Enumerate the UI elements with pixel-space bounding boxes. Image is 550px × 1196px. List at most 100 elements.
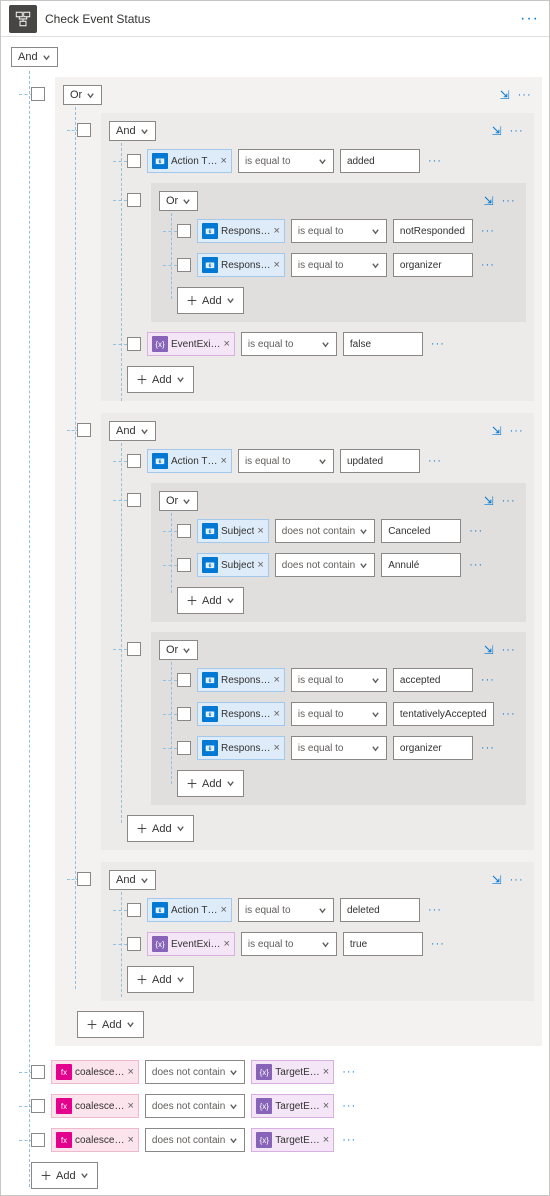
token-remove-icon[interactable]: ×: [323, 1134, 329, 1146]
group-selector[interactable]: And: [109, 121, 156, 141]
value-field[interactable]: false: [343, 332, 423, 356]
dynamic-token[interactable]: 📧Respons…×: [197, 668, 285, 692]
dynamic-token[interactable]: 📧Respons…×: [197, 219, 285, 243]
dynamic-token[interactable]: 📧Respons…×: [197, 702, 285, 726]
token-remove-icon[interactable]: ×: [221, 155, 227, 167]
operator-dropdown[interactable]: does not contain: [275, 553, 375, 577]
row-checkbox[interactable]: [177, 524, 191, 538]
row-checkbox[interactable]: [31, 1065, 45, 1079]
token-remove-icon[interactable]: ×: [257, 525, 263, 537]
dynamic-token[interactable]: fxcoalesce…×: [51, 1094, 139, 1118]
group-menu-button[interactable]: ···: [500, 644, 518, 656]
group-selector[interactable]: Or: [63, 85, 102, 105]
token-remove-icon[interactable]: ×: [273, 708, 279, 720]
dynamic-token[interactable]: 📧Respons…×: [197, 253, 285, 277]
token-remove-icon[interactable]: ×: [127, 1066, 133, 1078]
row-checkbox[interactable]: [127, 937, 141, 951]
token-remove-icon[interactable]: ×: [257, 559, 263, 571]
row-checkbox[interactable]: [127, 337, 141, 351]
add-button[interactable]: ＋Add: [177, 770, 244, 797]
add-button[interactable]: ＋Add: [77, 1011, 144, 1038]
row-menu-button[interactable]: ···: [467, 559, 485, 571]
collapse-icon[interactable]: ⇲: [500, 88, 510, 102]
token-remove-icon[interactable]: ×: [273, 225, 279, 237]
value-field[interactable]: true: [343, 932, 423, 956]
operator-dropdown[interactable]: is equal to: [291, 219, 387, 243]
value-field[interactable]: accepted: [393, 668, 473, 692]
group-selector[interactable]: Or: [159, 191, 198, 211]
operator-dropdown[interactable]: is equal to: [291, 253, 387, 277]
group-selector[interactable]: Or: [159, 640, 198, 660]
token-remove-icon[interactable]: ×: [273, 259, 279, 271]
row-menu-button[interactable]: ···: [479, 259, 497, 271]
row-menu-button[interactable]: ···: [479, 742, 497, 754]
dynamic-token[interactable]: fxcoalesce…×: [51, 1128, 139, 1152]
group-selector[interactable]: Or: [159, 491, 198, 511]
row-menu-button[interactable]: ···: [340, 1100, 358, 1112]
group-menu-button[interactable]: ···: [516, 89, 534, 101]
dynamic-token[interactable]: fxcoalesce…×: [51, 1060, 139, 1084]
collapse-icon[interactable]: ⇲: [484, 194, 494, 208]
value-field[interactable]: Canceled: [381, 519, 461, 543]
token-remove-icon[interactable]: ×: [323, 1066, 329, 1078]
collapse-icon[interactable]: ⇲: [484, 643, 494, 657]
row-menu-button[interactable]: ···: [426, 155, 444, 167]
collapse-icon[interactable]: ⇲: [492, 124, 502, 138]
add-button[interactable]: ＋Add: [127, 966, 194, 993]
add-button[interactable]: ＋Add: [127, 815, 194, 842]
token-remove-icon[interactable]: ×: [273, 674, 279, 686]
dynamic-token[interactable]: {x}TargetE…×: [251, 1060, 334, 1084]
dynamic-token[interactable]: {x}TargetE…×: [251, 1094, 334, 1118]
operator-dropdown[interactable]: is equal to: [291, 702, 387, 726]
group-selector[interactable]: And: [109, 870, 156, 890]
dynamic-token[interactable]: {x}EventExi…×: [147, 332, 235, 356]
group-selector[interactable]: And: [109, 421, 156, 441]
row-checkbox[interactable]: [177, 558, 191, 572]
add-button[interactable]: ＋Add: [127, 366, 194, 393]
token-remove-icon[interactable]: ×: [127, 1100, 133, 1112]
row-menu-button[interactable]: ···: [479, 674, 497, 686]
group-menu-button[interactable]: ···: [508, 425, 526, 437]
row-checkbox[interactable]: [177, 707, 191, 721]
group-menu-button[interactable]: ···: [500, 495, 518, 507]
add-button[interactable]: ＋Add: [177, 287, 244, 314]
operator-dropdown[interactable]: is equal to: [238, 449, 334, 473]
collapse-icon[interactable]: ⇲: [492, 424, 502, 438]
token-remove-icon[interactable]: ×: [223, 338, 229, 350]
row-checkbox[interactable]: [127, 193, 141, 207]
row-checkbox[interactable]: [177, 258, 191, 272]
operator-dropdown[interactable]: does not contain: [145, 1060, 245, 1084]
dynamic-token[interactable]: 📧Action T…×: [147, 898, 232, 922]
token-remove-icon[interactable]: ×: [273, 742, 279, 754]
value-field[interactable]: tentativelyAccepted: [393, 702, 494, 726]
row-menu-button[interactable]: ···: [429, 338, 447, 350]
value-field[interactable]: notResponded: [393, 219, 473, 243]
value-field[interactable]: deleted: [340, 898, 420, 922]
dynamic-token[interactable]: 📧Respons…×: [197, 736, 285, 760]
row-checkbox[interactable]: [31, 1133, 45, 1147]
operator-dropdown[interactable]: does not contain: [145, 1094, 245, 1118]
token-remove-icon[interactable]: ×: [221, 904, 227, 916]
operator-dropdown[interactable]: is equal to: [291, 668, 387, 692]
operator-dropdown[interactable]: is equal to: [241, 332, 337, 356]
group-menu-button[interactable]: ···: [508, 874, 526, 886]
token-remove-icon[interactable]: ×: [221, 455, 227, 467]
row-checkbox[interactable]: [177, 741, 191, 755]
dynamic-token[interactable]: 📧Subject×: [197, 553, 269, 577]
value-field[interactable]: organizer: [393, 253, 473, 277]
operator-dropdown[interactable]: is equal to: [241, 932, 337, 956]
row-menu-button[interactable]: ···: [426, 455, 444, 467]
row-menu-button[interactable]: ···: [500, 708, 518, 720]
value-field[interactable]: organizer: [393, 736, 473, 760]
token-remove-icon[interactable]: ×: [127, 1134, 133, 1146]
group-menu-button[interactable]: ···: [500, 195, 518, 207]
token-remove-icon[interactable]: ×: [223, 938, 229, 950]
token-remove-icon[interactable]: ×: [323, 1100, 329, 1112]
row-menu-button[interactable]: ···: [429, 938, 447, 950]
collapse-icon[interactable]: ⇲: [484, 494, 494, 508]
row-menu-button[interactable]: ···: [479, 225, 497, 237]
operator-dropdown[interactable]: is equal to: [238, 898, 334, 922]
row-checkbox[interactable]: [127, 454, 141, 468]
add-button[interactable]: ＋Add: [177, 587, 244, 614]
value-field[interactable]: Annulé: [381, 553, 461, 577]
